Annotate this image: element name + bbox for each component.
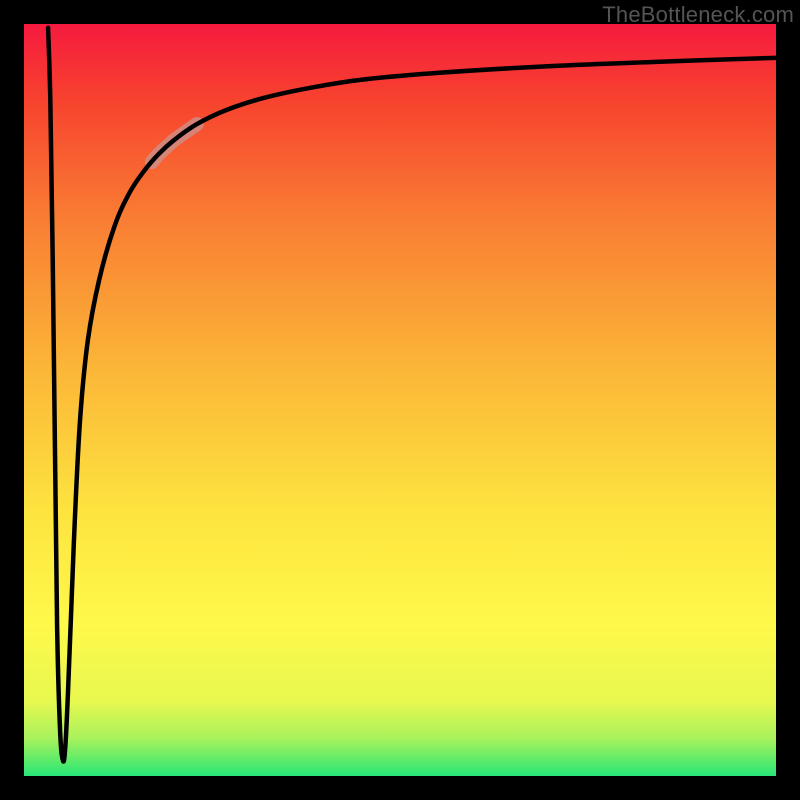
- chart-background: [24, 24, 776, 776]
- chart-stage: TheBottleneck.com: [0, 0, 800, 800]
- bottleneck-curve-chart: [0, 0, 800, 800]
- watermark-text: TheBottleneck.com: [602, 2, 794, 28]
